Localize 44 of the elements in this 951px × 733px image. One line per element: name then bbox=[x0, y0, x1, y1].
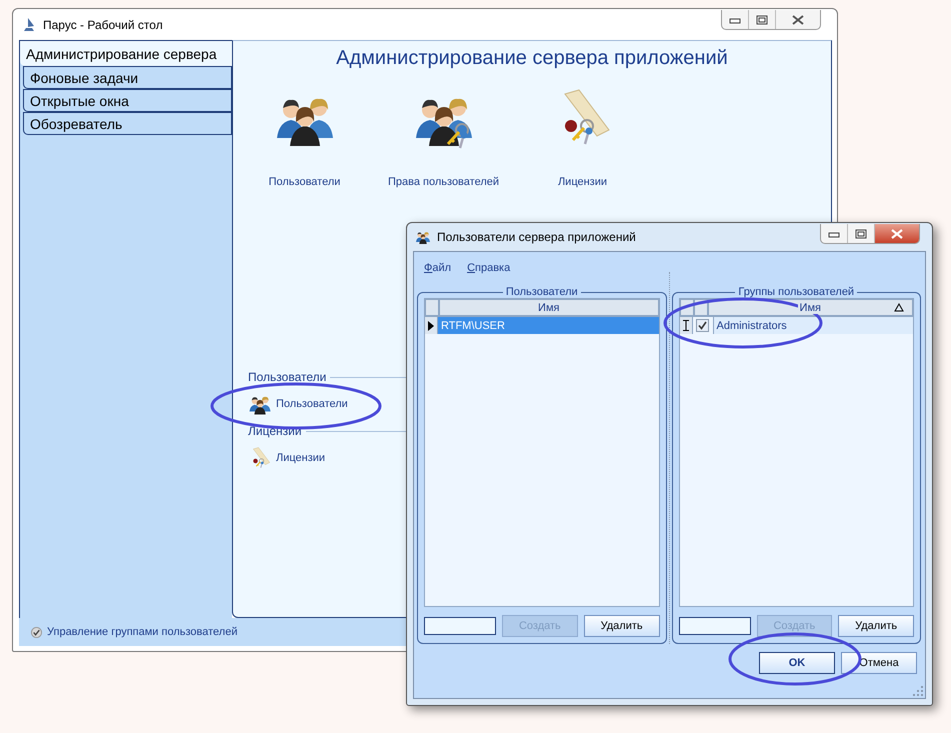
text-cursor-icon bbox=[682, 320, 688, 331]
section-link[interactable]: Лицензии bbox=[276, 452, 326, 464]
sidebar-tab[interactable]: Открытые окна bbox=[23, 89, 232, 112]
input-field[interactable] bbox=[424, 617, 496, 635]
maximize-icon bbox=[855, 228, 867, 238]
menu-item[interactable]: Файл bbox=[420, 260, 456, 276]
cancel-button[interactable]: Отмена bbox=[841, 652, 917, 674]
sailboat-icon bbox=[21, 16, 37, 32]
section-link[interactable]: Пользователи bbox=[276, 398, 348, 410]
menu-item[interactable]: Справка bbox=[463, 260, 514, 276]
section-title: Лицензии bbox=[248, 424, 302, 438]
sidebar-tab[interactable]: Обозреватель bbox=[23, 112, 232, 135]
input-field[interactable] bbox=[678, 617, 750, 635]
table-cell[interactable]: Administrators bbox=[714, 317, 913, 334]
page-heading: Администрирование сервера приложений bbox=[335, 47, 729, 70]
row-header[interactable] bbox=[425, 317, 438, 334]
status-text: Управление группами пользователей bbox=[47, 626, 238, 638]
checkbox[interactable] bbox=[696, 319, 709, 332]
dialog-title: Пользователи сервера приложений bbox=[437, 230, 636, 244]
group-title: Пользователи bbox=[504, 286, 579, 298]
tile-link[interactable]: Пользователи bbox=[268, 176, 340, 188]
column-header[interactable]: Имя bbox=[439, 299, 658, 316]
current-row-icon bbox=[428, 320, 434, 330]
window-title: Парус - Рабочий стол bbox=[43, 18, 163, 32]
close-button[interactable] bbox=[875, 224, 919, 243]
tile-link[interactable]: Лицензии bbox=[558, 176, 608, 188]
section-title: Пользователи bbox=[248, 370, 326, 384]
action-button[interactable]: Удалить bbox=[584, 615, 660, 637]
row-header[interactable] bbox=[680, 317, 692, 334]
group-title: Группы пользователей bbox=[737, 286, 856, 298]
action-button[interactable]: Удалить bbox=[838, 615, 914, 637]
minimize-icon bbox=[828, 230, 840, 238]
close-icon bbox=[891, 228, 903, 238]
minimize-icon bbox=[729, 16, 741, 24]
checkmark-icon bbox=[31, 626, 42, 638]
people-icon bbox=[415, 229, 431, 245]
sidebar-tab[interactable]: Фоновые задачи bbox=[23, 66, 232, 89]
close-icon bbox=[792, 14, 804, 24]
sidebar-tab[interactable]: Администрирование сервера bbox=[20, 40, 232, 66]
column-header[interactable]: Имя bbox=[708, 299, 913, 316]
maximize-icon bbox=[756, 14, 768, 24]
resize-grip-icon bbox=[913, 686, 923, 696]
tile-link[interactable]: Права пользователей bbox=[388, 176, 499, 188]
ok-button[interactable]: OK bbox=[759, 652, 835, 674]
